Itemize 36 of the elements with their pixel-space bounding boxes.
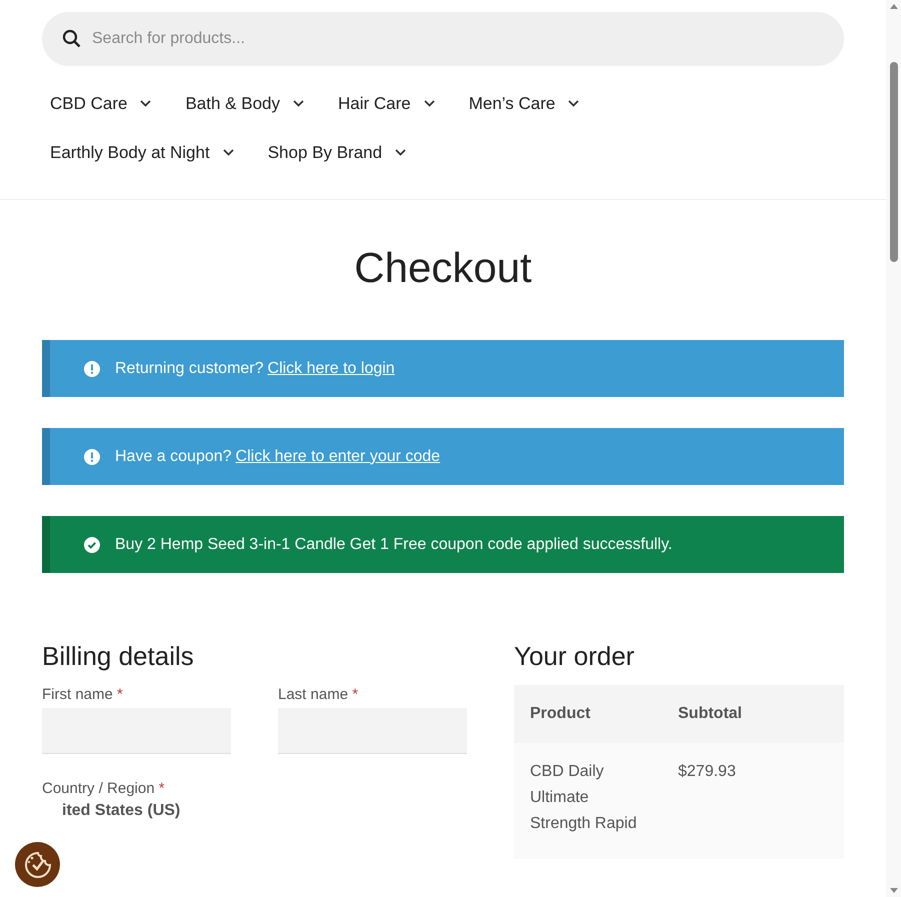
- search-field[interactable]: Search for products...: [42, 12, 844, 66]
- field-label: Last name *: [278, 686, 360, 703]
- nav-menu-item[interactable]: Earthly Body at Night: [50, 128, 234, 177]
- chevron-down-icon: [424, 100, 435, 107]
- table-cell-text: $279.93: [678, 762, 737, 782]
- scroll-up-icon[interactable]: [890, 4, 898, 9]
- nav-menu-item[interactable]: Bath & Body: [185, 79, 304, 128]
- page-title: Checkout: [353, 244, 533, 292]
- input-field[interactable]: [42, 708, 231, 754]
- chevron-down-icon: [222, 149, 234, 156]
- field-label: Country / Region *: [42, 780, 166, 797]
- info-icon: [84, 448, 100, 464]
- chevron-down-icon: [292, 100, 304, 107]
- column-header: Subtotal: [678, 705, 743, 723]
- notice-text: Buy 2 Hemp Seed 3-in-1 Candle Get 1 Free coupon code applied successfully.: [115, 536, 672, 554]
- section-heading: Your order: [514, 641, 636, 672]
- field-label: First name *: [42, 686, 124, 703]
- cookie-consent-icon[interactable]: [15, 842, 60, 887]
- scroll-down-icon[interactable]: [890, 888, 898, 893]
- notice-text: Returning customer?: [115, 360, 264, 378]
- column-header: Product: [530, 705, 592, 723]
- nav-menu-item[interactable]: CBD Care: [50, 79, 152, 128]
- chevron-down-icon: [568, 100, 580, 107]
- table-cell-text: CBD Daily Ultimate Strength Rapid: [530, 762, 638, 834]
- country-value: ited States (US): [61, 802, 182, 820]
- check-icon: [84, 536, 100, 552]
- notice-text: Have a coupon?: [115, 448, 232, 466]
- nav-menu-item[interactable]: Hair Care: [338, 79, 435, 128]
- input-field[interactable]: [278, 708, 467, 754]
- chevron-down-icon: [140, 100, 152, 107]
- section-heading: Billing details: [42, 641, 195, 672]
- nav-menu-item[interactable]: Men’s Care: [468, 79, 580, 128]
- info-icon: [84, 360, 100, 376]
- chevron-down-icon: [395, 149, 406, 156]
- nav-menu-item[interactable]: Shop By Brand: [268, 128, 406, 177]
- scrollbar-thumb[interactable]: [890, 62, 898, 262]
